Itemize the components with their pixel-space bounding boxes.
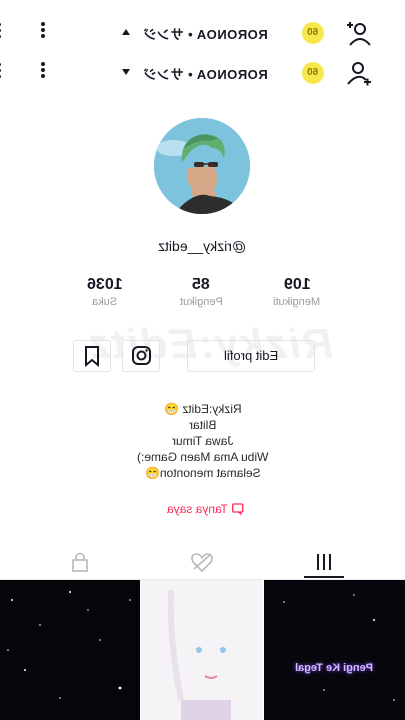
coin-badge[interactable]: 60: [302, 62, 324, 84]
avatar[interactable]: [154, 118, 250, 214]
more-edge-icon[interactable]: [0, 20, 4, 46]
avatar-image: [154, 118, 250, 214]
bio-line: Rizky:Editz 😁: [163, 402, 242, 416]
edge-icon-right: [392, 20, 398, 46]
stat-pengikut[interactable]: 85 Pengikut: [156, 276, 246, 308]
bookmark-button[interactable]: [73, 340, 111, 372]
ask-me-link[interactable]: Tanya saya: [150, 502, 260, 516]
video-thumbnail[interactable]: Pengi Ke Tegal: [264, 580, 405, 720]
starfield-image: [7, 591, 131, 699]
instagram-button[interactable]: [122, 340, 160, 372]
profile-bio: Rizky:Editz 😁 Blitar Jawa Timur Wibu Ama…: [110, 401, 295, 481]
bio-line: Blitar: [188, 418, 217, 432]
username: @rizky__editz: [158, 238, 247, 254]
add-user-icon[interactable]: [344, 60, 372, 88]
bio-line: Jawa Timur: [171, 434, 234, 448]
question-icon: [231, 503, 243, 516]
starfield-image: [283, 594, 395, 701]
coin-badge[interactable]: 60: [302, 22, 324, 44]
tab-active-indicator: [304, 576, 344, 578]
header-row-1: RORONOA • サンジ 60: [0, 14, 405, 52]
stat-mengikuti[interactable]: 109 Mengikuti: [252, 276, 342, 308]
video-overlay-text: Pengi Ke Tegal: [295, 662, 374, 674]
video-thumbnail[interactable]: [0, 580, 140, 720]
profile-stats: 1036 Suka 85 Pengikut 109 Mengikuti: [60, 276, 360, 316]
bookmark-icon: [85, 346, 99, 368]
more-icon[interactable]: [34, 60, 52, 86]
edit-profile-button[interactable]: Edit profil: [187, 340, 315, 372]
profile-name[interactable]: RORONOA • サンジ: [120, 64, 290, 83]
bio-line: Wibu Ama Maen Game:): [136, 450, 269, 464]
stat-suka[interactable]: 1036 Suka: [60, 276, 150, 308]
tab-liked[interactable]: [182, 549, 222, 575]
grid-icon: [317, 554, 331, 570]
lock-icon: [72, 552, 88, 572]
header-row-2: RORONOA • サンジ 60: [0, 54, 405, 92]
profile-name[interactable]: RORONOA • サンジ: [120, 24, 290, 43]
add-user-icon[interactable]: [344, 20, 372, 48]
anime-face-image: [141, 580, 263, 720]
more-icon[interactable]: [34, 20, 52, 46]
instagram-icon: [132, 346, 151, 365]
more-edge-icon[interactable]: [0, 60, 4, 86]
heart-hidden-icon: [191, 553, 213, 573]
tab-private[interactable]: [60, 549, 100, 575]
tab-videos[interactable]: [304, 549, 344, 575]
profile-tabs: [0, 545, 405, 580]
video-thumbnail[interactable]: [141, 580, 263, 720]
video-grid: Pengi Ke Tegal: [0, 580, 405, 720]
bio-line: Selamat menonton😁: [144, 466, 261, 480]
